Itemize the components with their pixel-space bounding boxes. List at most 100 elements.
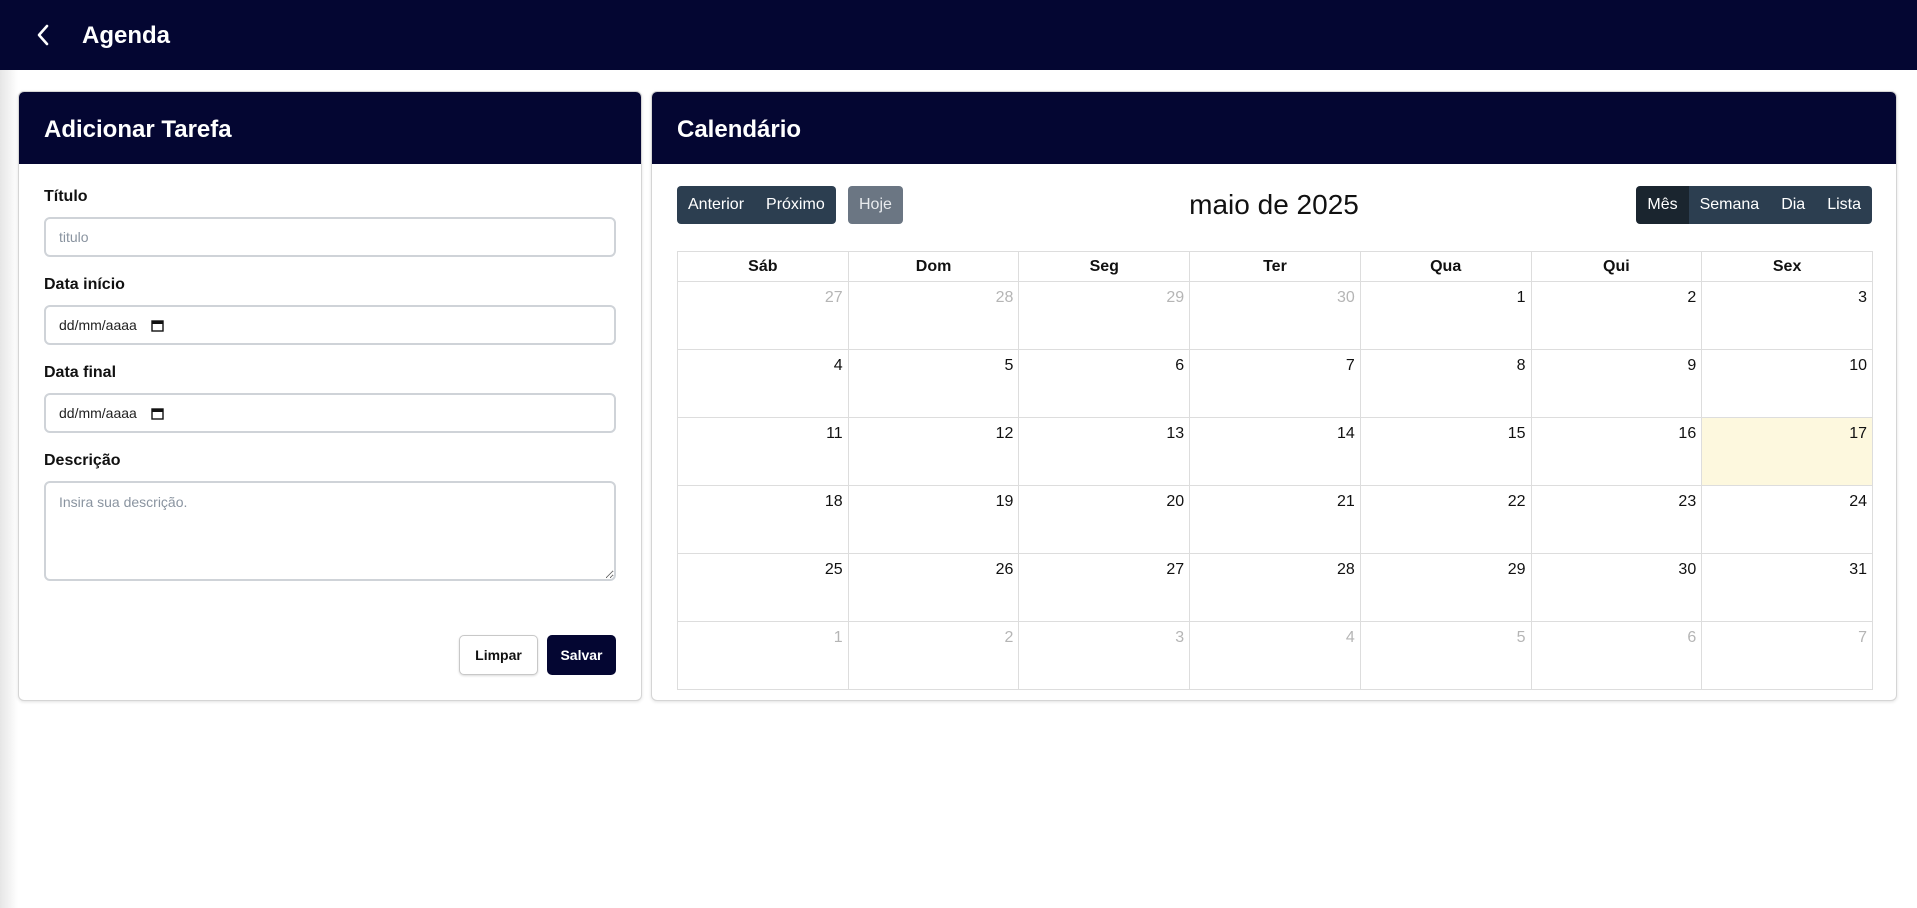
calendar-icon[interactable] xyxy=(151,319,164,332)
day-cell[interactable]: 27 xyxy=(1018,553,1191,622)
save-button[interactable]: Salvar xyxy=(547,635,616,675)
day-cell[interactable]: 4 xyxy=(1189,621,1361,690)
day-cell[interactable]: 28 xyxy=(847,281,1020,350)
day-number[interactable]: 15 xyxy=(1508,425,1526,442)
day-number[interactable]: 23 xyxy=(1678,493,1696,510)
day-cell[interactable]: 18 xyxy=(677,485,849,554)
day-cell[interactable]: 21 xyxy=(1189,485,1361,554)
day-cell[interactable]: 30 xyxy=(1530,553,1703,622)
day-cell[interactable]: 23 xyxy=(1530,485,1703,554)
day-number[interactable]: 31 xyxy=(1849,561,1867,578)
day-number[interactable]: 8 xyxy=(1517,357,1526,374)
calendar-icon[interactable] xyxy=(151,407,164,420)
day-cell[interactable]: 7 xyxy=(1189,349,1361,418)
day-cell[interactable]: 30 xyxy=(1189,281,1361,350)
day-number[interactable]: 6 xyxy=(1175,357,1184,374)
day-cell[interactable]: 3 xyxy=(1018,621,1191,690)
day-cell[interactable]: 3 xyxy=(1701,281,1873,350)
day-cell[interactable]: 1 xyxy=(677,621,849,690)
day-number[interactable]: 27 xyxy=(1166,561,1184,578)
day-cell[interactable]: 8 xyxy=(1359,349,1532,418)
day-number[interactable]: 4 xyxy=(834,357,843,374)
day-number[interactable]: 28 xyxy=(1337,561,1355,578)
day-number[interactable]: 10 xyxy=(1849,357,1867,374)
day-number[interactable]: 30 xyxy=(1337,289,1355,306)
day-cell[interactable]: 29 xyxy=(1359,553,1532,622)
day-cell[interactable]: 1 xyxy=(1359,281,1532,350)
day-cell[interactable]: 5 xyxy=(847,349,1020,418)
day-number[interactable]: 18 xyxy=(825,493,843,510)
day-number[interactable]: 27 xyxy=(825,289,843,306)
day-number[interactable]: 6 xyxy=(1687,629,1696,646)
day-number[interactable]: 17 xyxy=(1849,425,1867,442)
day-cell[interactable]: 10 xyxy=(1701,349,1873,418)
day-cell[interactable]: 6 xyxy=(1530,621,1703,690)
day-number[interactable]: 24 xyxy=(1849,493,1867,510)
end-date-input[interactable]: dd/mm/aaaa xyxy=(44,393,616,433)
day-number[interactable]: 21 xyxy=(1337,493,1355,510)
day-number[interactable]: 29 xyxy=(1508,561,1526,578)
day-number[interactable]: 26 xyxy=(996,561,1014,578)
day-cell[interactable]: 15 xyxy=(1359,417,1532,486)
today-button[interactable]: Hoje xyxy=(848,186,903,224)
day-cell[interactable]: 7 xyxy=(1701,621,1873,690)
day-number[interactable]: 2 xyxy=(1005,629,1014,646)
day-cell[interactable]: 14 xyxy=(1189,417,1361,486)
day-number[interactable]: 1 xyxy=(1517,289,1526,306)
day-cell[interactable]: 26 xyxy=(847,553,1020,622)
day-number[interactable]: 20 xyxy=(1166,493,1184,510)
next-button[interactable]: Próximo xyxy=(755,186,836,224)
back-button[interactable] xyxy=(30,22,56,48)
day-cell[interactable]: 20 xyxy=(1018,485,1191,554)
day-number[interactable]: 22 xyxy=(1508,493,1526,510)
day-cell[interactable]: 9 xyxy=(1530,349,1703,418)
day-number[interactable]: 25 xyxy=(825,561,843,578)
day-number[interactable]: 19 xyxy=(996,493,1014,510)
day-number[interactable]: 11 xyxy=(826,425,843,442)
day-cell[interactable]: 16 xyxy=(1530,417,1703,486)
start-date-input[interactable]: dd/mm/aaaa xyxy=(44,305,616,345)
day-cell[interactable]: 25 xyxy=(677,553,849,622)
day-number[interactable]: 4 xyxy=(1346,629,1355,646)
description-textarea[interactable] xyxy=(44,481,616,581)
day-number[interactable]: 5 xyxy=(1517,629,1526,646)
day-number[interactable]: 7 xyxy=(1346,357,1355,374)
day-number[interactable]: 13 xyxy=(1166,425,1184,442)
day-number[interactable]: 1 xyxy=(834,629,843,646)
day-cell[interactable]: 12 xyxy=(847,417,1020,486)
day-number[interactable]: 29 xyxy=(1166,289,1184,306)
day-cell[interactable]: 4 xyxy=(677,349,849,418)
view-week-button[interactable]: Semana xyxy=(1688,186,1771,224)
view-day-button[interactable]: Dia xyxy=(1770,186,1817,224)
day-number[interactable]: 30 xyxy=(1678,561,1696,578)
clear-button[interactable]: Limpar xyxy=(459,635,538,675)
prev-button[interactable]: Anterior xyxy=(677,186,756,224)
day-cell[interactable]: 31 xyxy=(1701,553,1873,622)
day-number[interactable]: 14 xyxy=(1337,425,1355,442)
day-number[interactable]: 2 xyxy=(1687,289,1696,306)
day-number[interactable]: 7 xyxy=(1858,629,1867,646)
day-number[interactable]: 12 xyxy=(996,425,1014,442)
day-cell[interactable]: 2 xyxy=(1530,281,1703,350)
day-cell[interactable]: 24 xyxy=(1701,485,1873,554)
day-number[interactable]: 9 xyxy=(1687,357,1696,374)
view-list-button[interactable]: Lista xyxy=(1816,186,1872,224)
view-month-button[interactable]: Mês xyxy=(1636,186,1689,224)
day-number[interactable]: 28 xyxy=(996,289,1014,306)
day-cell[interactable]: 28 xyxy=(1189,553,1361,622)
day-cell[interactable]: 22 xyxy=(1359,485,1532,554)
day-cell[interactable]: 29 xyxy=(1018,281,1191,350)
title-input[interactable] xyxy=(44,217,616,257)
day-number[interactable]: 3 xyxy=(1175,629,1184,646)
day-cell[interactable]: 17 xyxy=(1701,417,1873,486)
day-number[interactable]: 3 xyxy=(1858,289,1867,306)
day-cell[interactable]: 13 xyxy=(1018,417,1191,486)
day-cell[interactable]: 2 xyxy=(847,621,1020,690)
day-number[interactable]: 5 xyxy=(1005,357,1014,374)
day-cell[interactable]: 11 xyxy=(677,417,849,486)
day-cell[interactable]: 5 xyxy=(1359,621,1532,690)
day-cell[interactable]: 19 xyxy=(847,485,1020,554)
day-cell[interactable]: 6 xyxy=(1018,349,1191,418)
day-cell[interactable]: 27 xyxy=(677,281,849,350)
day-number[interactable]: 16 xyxy=(1678,425,1696,442)
